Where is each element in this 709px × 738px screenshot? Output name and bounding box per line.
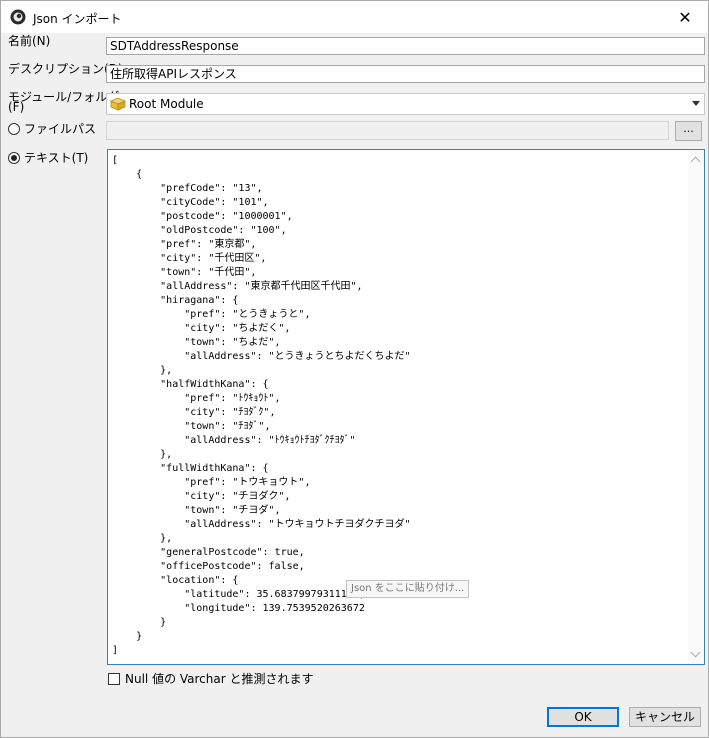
module-label-shortcut: (F) bbox=[8, 100, 25, 114]
ok-button[interactable]: OK bbox=[547, 707, 619, 727]
dropdown-arrow-icon[interactable] bbox=[692, 101, 700, 106]
description-field[interactable]: 住所取得APIレスポンス bbox=[106, 65, 705, 83]
module-label: モジュール/フォルダ bbox=[8, 90, 120, 104]
name-field[interactable]: SDTAddressResponse bbox=[106, 37, 705, 55]
text-label: テキスト(T) bbox=[24, 151, 89, 165]
name-label: 名前(N) bbox=[8, 34, 51, 48]
cancel-button[interactable]: キャンセル bbox=[629, 707, 701, 727]
module-box-icon bbox=[110, 97, 126, 111]
filepath-combo[interactable] bbox=[106, 121, 669, 140]
json-import-dialog: Json インポート ✕ 名前(N) SDTAddressResponse デス… bbox=[0, 0, 709, 738]
null-varchar-checkbox[interactable] bbox=[108, 673, 120, 685]
close-button[interactable]: ✕ bbox=[662, 1, 708, 33]
title-bar: Json インポート ✕ bbox=[1, 1, 708, 33]
window-title: Json インポート bbox=[33, 12, 122, 26]
app-logo-icon bbox=[10, 9, 26, 25]
filepath-radio[interactable] bbox=[8, 123, 20, 135]
null-varchar-label: Null 値の Varchar と推測されます bbox=[125, 672, 314, 686]
filepath-label: ファイルパス bbox=[24, 122, 97, 136]
editor-scrollbar[interactable] bbox=[688, 150, 704, 664]
browse-button[interactable]: ... bbox=[675, 121, 702, 141]
module-select[interactable]: Root Module bbox=[106, 93, 705, 115]
close-icon: ✕ bbox=[678, 7, 692, 27]
text-radio[interactable] bbox=[8, 152, 20, 164]
scroll-up-icon[interactable] bbox=[690, 156, 701, 167]
paste-placeholder-tooltip: Json をここに貼り付け... bbox=[346, 580, 470, 598]
scroll-down-icon[interactable] bbox=[690, 647, 701, 658]
module-select-value: Root Module bbox=[129, 97, 204, 111]
